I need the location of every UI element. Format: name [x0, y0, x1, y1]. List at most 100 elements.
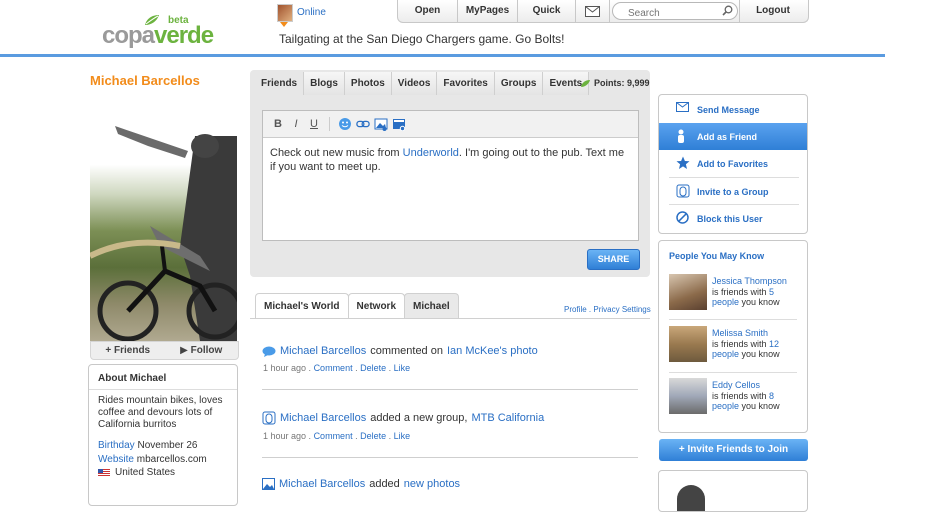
tab-videos[interactable]: Videos — [391, 72, 438, 95]
about-title: About Michael — [98, 373, 167, 384]
feed-time: 1 hour ago — [263, 431, 307, 441]
divider — [669, 319, 797, 320]
about-box: About Michael Rides mountain bikes, love… — [88, 364, 238, 506]
search-input[interactable] — [628, 6, 728, 21]
status-avatar[interactable] — [277, 4, 293, 22]
add-as-friend-button[interactable]: Add as Friend — [659, 123, 807, 150]
play-icon: ▶ — [180, 345, 188, 356]
like-link[interactable]: Like — [394, 363, 411, 373]
points-display: Points: 9,999 — [580, 78, 650, 88]
composer-tabs: Friends Blogs Photos Videos Favorites Gr… — [255, 72, 590, 95]
birthday-label[interactable]: Birthday — [98, 440, 135, 451]
tab-groups[interactable]: Groups — [494, 72, 544, 95]
image-icon[interactable] — [374, 117, 388, 131]
invite-friends-button[interactable]: + Invite Friends to Join — [659, 439, 808, 461]
feed-line: Michael Barcellos commented on Ian McKee… — [262, 345, 638, 357]
mail-button[interactable] — [576, 0, 610, 22]
tab-network[interactable]: Network — [347, 293, 405, 319]
person-name-link[interactable]: Eddy Cellos — [712, 380, 760, 390]
about-bio: Rides mountain bikes, loves coffee and d… — [98, 395, 223, 430]
people-link[interactable]: people — [712, 349, 739, 359]
feed-line: Michael Barcellos added new photos — [262, 478, 638, 490]
post-editor[interactable]: B I U Check out new music from Underworl… — [262, 110, 639, 241]
tab-favorites[interactable]: Favorites — [437, 72, 495, 95]
feed-divider — [250, 318, 650, 319]
about-divider — [89, 389, 237, 390]
website-label[interactable]: Website — [98, 454, 134, 465]
online-status[interactable]: Online — [297, 7, 326, 18]
profile-link[interactable]: Profile — [564, 305, 587, 314]
people-link[interactable]: people — [712, 401, 739, 411]
photo-icon — [262, 478, 275, 490]
actor-link[interactable]: Michael Barcellos — [280, 345, 366, 357]
delete-link[interactable]: Delete — [360, 431, 386, 441]
add-friends-button[interactable]: + Friends — [91, 342, 165, 359]
copaverde-logo[interactable]: beta copaverde — [102, 14, 214, 50]
object-link[interactable]: Ian McKee's photo — [447, 345, 538, 357]
tab-friends[interactable]: Friends — [255, 72, 305, 95]
tab-michaels-world[interactable]: Michael's World — [255, 293, 349, 319]
about-birthday: Birthday November 26 — [98, 440, 198, 451]
bold-button[interactable]: B — [271, 117, 285, 131]
mutual-count-link[interactable]: 12 — [769, 339, 779, 349]
mutual-count-link[interactable]: 5 — [769, 287, 774, 297]
people-link[interactable]: people — [712, 297, 739, 307]
header-divider — [0, 54, 885, 57]
tab-photos[interactable]: Photos — [344, 72, 392, 95]
object-link[interactable]: new photos — [404, 478, 460, 490]
nav-open-button[interactable]: Open — [398, 0, 458, 22]
about-country: United States — [98, 467, 175, 478]
comment-link[interactable]: Comment — [314, 363, 353, 373]
mutual-count-link[interactable]: 8 — [769, 391, 774, 401]
block-icon — [676, 211, 689, 224]
avatar[interactable] — [677, 485, 705, 511]
person-avatar[interactable] — [669, 326, 707, 362]
invite-to-group-button[interactable]: Invite to a Group — [659, 178, 807, 205]
send-message-button[interactable]: Send Message — [659, 96, 807, 123]
underline-button[interactable]: U — [307, 117, 321, 131]
post-text[interactable]: Check out new music from Underworld. I'm… — [263, 138, 638, 182]
status-caret-icon[interactable] — [280, 22, 288, 27]
suggested-person: Jessica Thompson is friends with 5 peopl… — [669, 274, 801, 314]
divider — [669, 372, 797, 373]
person-avatar[interactable] — [669, 274, 707, 310]
person-name-link[interactable]: Jessica Thompson — [712, 276, 787, 286]
nav-mypages-button[interactable]: MyPages — [458, 0, 518, 22]
composer-panel: Friends Blogs Photos Videos Favorites Gr… — [250, 70, 650, 277]
website-value[interactable]: mbarcellos.com — [137, 454, 207, 465]
tab-blogs[interactable]: Blogs — [304, 72, 345, 95]
search-icon[interactable] — [721, 5, 733, 16]
profile-action-bar: + Friends ▶ Follow — [90, 341, 239, 360]
rider-illustration — [90, 126, 237, 341]
italic-button[interactable]: I — [289, 117, 303, 131]
delete-link[interactable]: Delete — [360, 363, 386, 373]
actor-link[interactable]: Michael Barcellos — [280, 412, 366, 424]
add-to-favorites-button[interactable]: Add to Favorites — [659, 150, 807, 177]
logout-button[interactable]: Logout — [740, 0, 806, 22]
block-user-button[interactable]: Block this User — [659, 205, 807, 232]
profile-actions-box: Send Message Add as Friend Add to Favori… — [658, 94, 808, 234]
feed-item: Michael Barcellos commented on Ian McKee… — [262, 345, 638, 390]
people-title: People You May Know — [669, 251, 765, 261]
person-info: Eddy Cellos is friends with 8 people you… — [712, 380, 780, 411]
privacy-settings-link[interactable]: Privacy Settings — [593, 305, 650, 314]
share-button[interactable]: SHARE — [587, 249, 640, 270]
comment-link[interactable]: Comment — [314, 431, 353, 441]
follow-button[interactable]: ▶ Follow — [165, 342, 239, 359]
profile-photo[interactable] — [90, 96, 237, 341]
link-icon[interactable] — [356, 117, 370, 131]
toolbar-divider — [329, 117, 330, 131]
nav-quick-button[interactable]: Quick — [518, 0, 576, 22]
person-avatar[interactable] — [669, 378, 707, 414]
actor-link[interactable]: Michael Barcellos — [279, 478, 365, 490]
like-link[interactable]: Like — [394, 431, 411, 441]
suggested-person: Eddy Cellos is friends with 8 people you… — [669, 378, 801, 418]
person-name-link[interactable]: Melissa Smith — [712, 328, 768, 338]
underworld-link[interactable]: Underworld — [403, 147, 459, 159]
emoticon-icon[interactable] — [338, 117, 352, 131]
tab-michael[interactable]: Michael — [404, 293, 459, 319]
feed-line: Michael Barcellos added a new group, MTB… — [262, 411, 638, 425]
us-flag-icon — [98, 468, 110, 477]
video-icon[interactable] — [392, 117, 406, 131]
object-link[interactable]: MTB California — [471, 412, 544, 424]
